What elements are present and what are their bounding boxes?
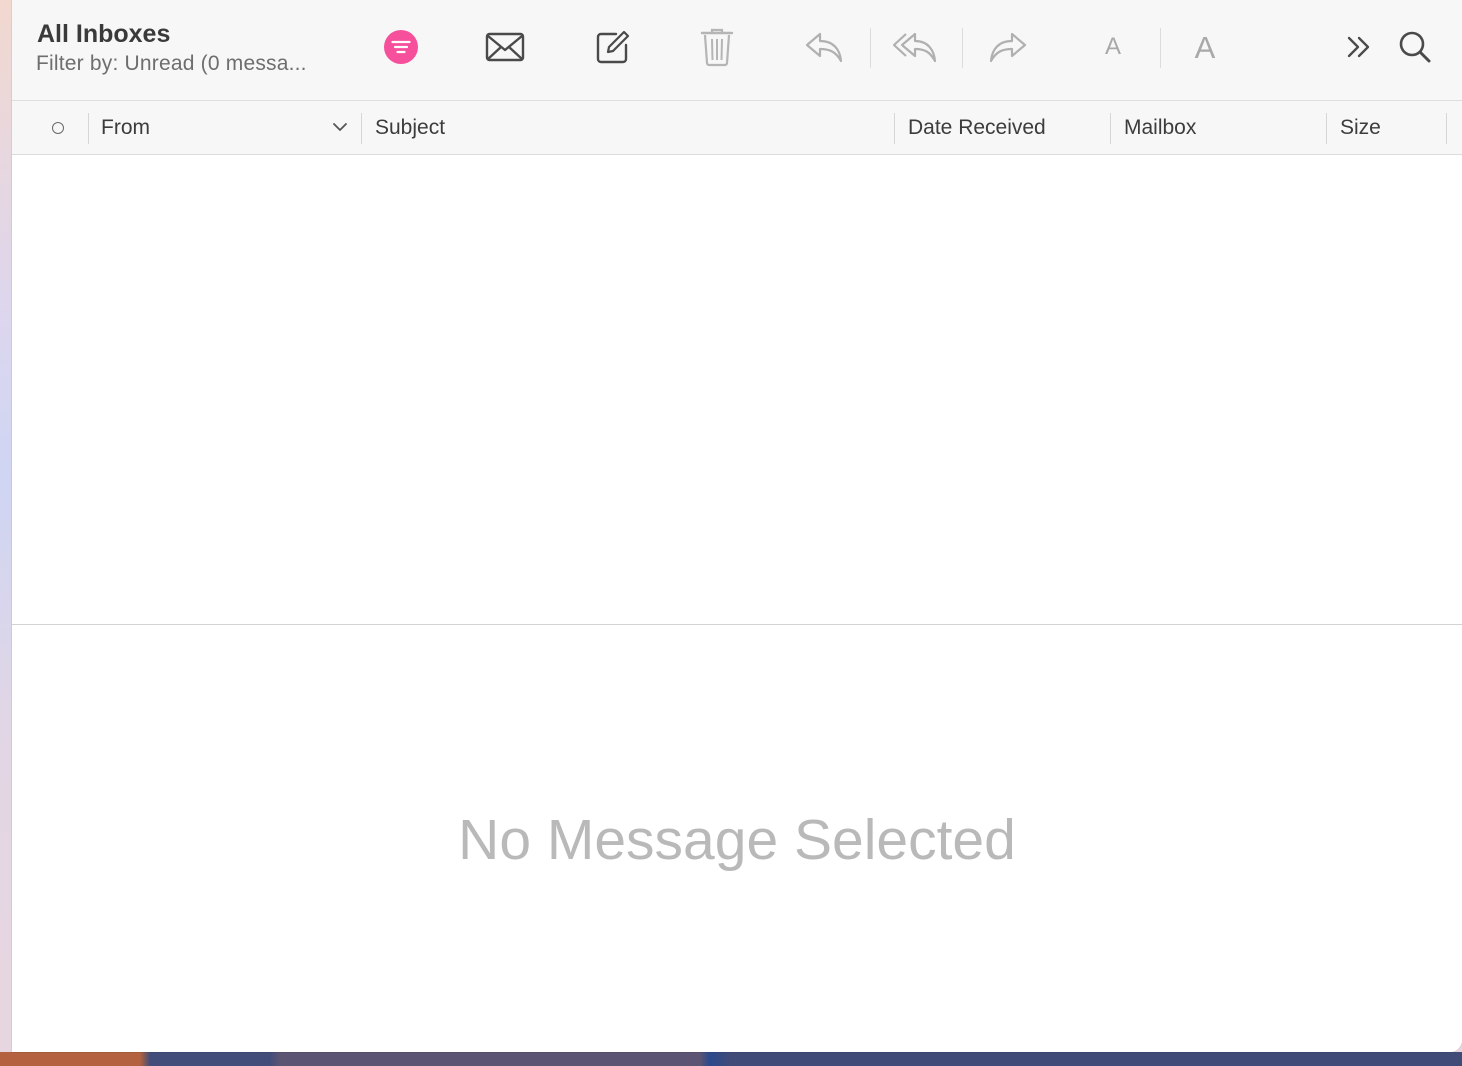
column-header-mailbox[interactable]: Mailbox — [1124, 101, 1324, 154]
toolbar: All Inboxes Filter by: Unread (0 messa..… — [12, 0, 1462, 101]
search-button[interactable] — [1392, 24, 1438, 70]
column-divider[interactable] — [894, 113, 895, 144]
reply-all-button[interactable] — [892, 24, 938, 70]
column-header-from[interactable]: From — [101, 101, 361, 154]
message-preview-pane: No Message Selected — [12, 625, 1462, 1052]
column-header-subject-label: Subject — [375, 115, 446, 139]
toolbar-separator — [962, 28, 963, 68]
column-divider[interactable] — [361, 113, 362, 144]
desktop-background-strip — [0, 1052, 1462, 1066]
column-header-date-received[interactable]: Date Received — [908, 101, 1108, 154]
filter-icon — [384, 30, 418, 64]
mail-window: All Inboxes Filter by: Unread (0 messa..… — [12, 0, 1462, 1052]
message-list[interactable] — [12, 155, 1462, 624]
message-list-header: From Subject Date Received Mailbox Size — [12, 101, 1462, 155]
reply-all-icon — [892, 32, 937, 63]
search-icon — [1399, 31, 1431, 63]
column-divider[interactable] — [1326, 113, 1327, 144]
forward-icon — [989, 32, 1027, 63]
compose-icon — [596, 30, 630, 64]
larger-font-button[interactable]: A — [1182, 24, 1228, 70]
column-header-size[interactable]: Size — [1340, 101, 1440, 154]
mailbox-title: All Inboxes — [37, 20, 171, 48]
reply-icon — [805, 32, 843, 63]
toolbar-separator — [1160, 28, 1161, 68]
column-divider[interactable] — [1110, 113, 1111, 144]
get-mail-icon — [485, 32, 525, 62]
column-divider[interactable] — [88, 113, 89, 144]
trash-icon — [700, 28, 734, 67]
no-message-selected-label: No Message Selected — [458, 808, 1016, 872]
unread-status-column-icon[interactable] — [52, 122, 64, 134]
column-header-subject[interactable]: Subject — [375, 101, 895, 154]
toolbar-separator — [870, 28, 871, 68]
column-header-mailbox-label: Mailbox — [1124, 115, 1197, 139]
column-header-date-received-label: Date Received — [908, 115, 1046, 139]
column-divider[interactable] — [1446, 113, 1447, 144]
mailbox-filter-subtitle: Filter by: Unread (0 messa... — [36, 52, 307, 75]
more-overflow-icon — [1347, 36, 1370, 58]
reply-button[interactable] — [801, 24, 847, 70]
smaller-font-icon: A — [1104, 33, 1121, 60]
get-mail-button[interactable] — [482, 24, 528, 70]
column-header-from-label: From — [101, 115, 150, 139]
larger-font-icon: A — [1194, 29, 1216, 65]
compose-button[interactable] — [590, 24, 636, 70]
trash-button[interactable] — [694, 24, 740, 70]
sort-chevron-down-icon[interactable] — [332, 121, 348, 133]
filter-button[interactable] — [378, 24, 424, 70]
column-header-size-label: Size — [1340, 115, 1381, 139]
forward-button[interactable] — [985, 24, 1031, 70]
smaller-font-button[interactable]: A — [1090, 24, 1136, 70]
more-toolbar-button[interactable] — [1336, 24, 1382, 70]
